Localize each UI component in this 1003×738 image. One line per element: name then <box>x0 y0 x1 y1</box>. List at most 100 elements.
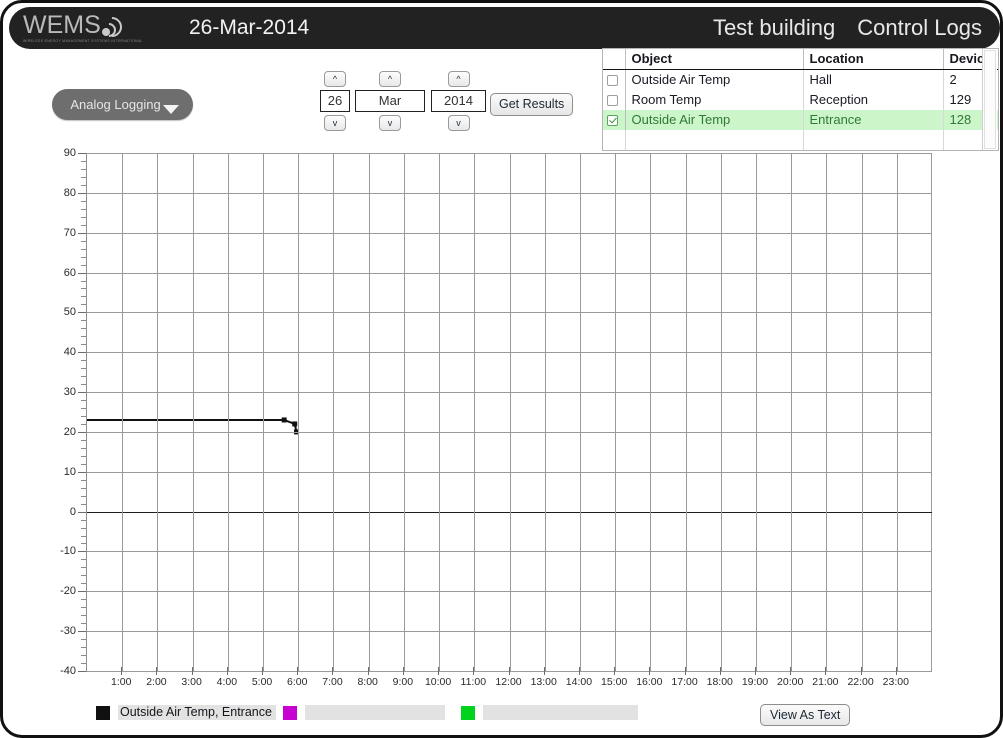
y-tick-mark <box>78 272 86 274</box>
x-tick-label: 17:00 <box>671 676 698 688</box>
x-tick-label: 19:00 <box>741 676 769 688</box>
y-tick-mark-minor <box>81 647 86 649</box>
gridline-vertical <box>685 153 687 671</box>
x-tick-mark <box>614 667 616 675</box>
y-tick-mark-minor <box>81 655 86 657</box>
y-tick-mark <box>78 352 86 354</box>
y-tick-mark-minor <box>81 224 86 226</box>
y-tick-mark <box>78 431 86 433</box>
y-tick-mark <box>78 392 86 394</box>
y-tick-mark-minor <box>81 176 86 178</box>
table-row[interactable]: Outside Air Temp Entrance 128 <box>603 109 998 130</box>
x-tick-label: 21:00 <box>812 676 839 688</box>
y-tick-mark-minor <box>81 336 86 338</box>
y-tick-mark-minor <box>81 168 86 170</box>
month-decrement-button[interactable]: v <box>379 115 401 131</box>
x-tick-label: 3:00 <box>181 676 202 688</box>
legend-item[interactable] <box>283 705 445 720</box>
legend-color-swatch <box>283 705 297 720</box>
column-header-select <box>603 49 626 70</box>
y-tick-mark-minor <box>81 248 86 250</box>
logging-mode-dropdown[interactable]: Analog Logging <box>52 89 193 120</box>
row-checkbox-cell[interactable] <box>603 69 626 90</box>
y-tick-mark-minor <box>81 208 86 210</box>
y-tick-mark <box>78 153 86 154</box>
logo-wordmark: WEMS <box>23 11 101 39</box>
y-tick-mark <box>78 232 86 234</box>
legend-item[interactable]: Outside Air Temp, Entrance <box>96 705 276 720</box>
day-stepper[interactable]: ^ 26 v <box>320 71 350 131</box>
column-header-object: Object <box>625 49 804 70</box>
table-row[interactable]: Room Temp Reception 129 <box>603 89 998 110</box>
x-tick-mark <box>332 667 334 675</box>
table-scrollbar-thumb[interactable] <box>984 50 996 149</box>
y-tick-mark <box>78 631 86 633</box>
app-header: WEMS WIRELESS ENERGY MANAGEMENT SYSTEMS … <box>9 7 1000 49</box>
chart-y-axis: -40 -30 -20 -10 0 10 20 30 40 50 60 70 80 90 <box>43 147 76 677</box>
gridline-vertical <box>861 153 863 671</box>
gridline-vertical <box>227 153 229 671</box>
y-tick-mark-minor <box>81 240 86 242</box>
checkbox-checked-icon[interactable] <box>607 115 618 127</box>
legend-label <box>483 705 638 720</box>
cell-object: Outside Air Temp <box>625 69 804 90</box>
year-stepper[interactable]: ^ 2014 v <box>431 71 486 131</box>
gridline-vertical <box>333 153 335 671</box>
header-context: Test building Control Logs <box>713 7 982 49</box>
y-tick-mark-minor <box>81 575 86 577</box>
x-tick-label: 6:00 <box>287 676 308 688</box>
day-decrement-button[interactable]: v <box>324 115 346 131</box>
legend-item[interactable] <box>461 705 638 720</box>
day-increment-button[interactable]: ^ <box>324 71 346 87</box>
y-tick-mark-minor <box>81 200 86 202</box>
checkbox-icon[interactable] <box>607 95 618 107</box>
gridline-vertical <box>579 153 581 671</box>
plot-right-edge <box>931 153 932 671</box>
y-tick-label: 60 <box>63 266 76 279</box>
y-tick-mark <box>78 312 86 314</box>
x-tick-label: 1:00 <box>110 676 132 688</box>
table-row[interactable]: Outside Air Temp Hall 2 <box>603 69 998 90</box>
x-tick-label: 22:00 <box>847 676 874 688</box>
gridline-vertical <box>439 153 441 671</box>
y-tick-mark <box>78 471 86 473</box>
x-tick-mark <box>790 667 792 675</box>
month-increment-button[interactable]: ^ <box>379 71 401 87</box>
month-input[interactable]: Mar <box>355 90 425 112</box>
month-stepper[interactable]: ^ Mar v <box>355 71 425 131</box>
y-tick-mark-minor <box>81 495 86 497</box>
row-checkbox-cell[interactable] <box>603 109 626 130</box>
building-name: Test building <box>712 15 836 40</box>
y-tick-mark-minor <box>81 376 86 378</box>
y-tick-mark <box>78 551 86 553</box>
x-tick-mark <box>684 667 686 675</box>
gridline-vertical <box>544 153 546 671</box>
year-decrement-button[interactable]: v <box>447 115 470 131</box>
year-increment-button[interactable]: ^ <box>447 71 470 87</box>
y-tick-mark-minor <box>81 256 86 258</box>
y-tick-mark-minor <box>81 519 86 521</box>
day-input[interactable]: 26 <box>320 90 350 112</box>
x-tick-label: 12:00 <box>495 676 522 688</box>
x-tick-label: 10:00 <box>424 676 452 688</box>
y-tick-mark-minor <box>81 216 86 218</box>
year-input[interactable]: 2014 <box>431 90 486 112</box>
y-tick-mark-minor <box>81 320 86 322</box>
y-tick-mark <box>78 192 86 194</box>
x-tick-mark <box>825 667 827 675</box>
x-tick-label: 18:00 <box>706 676 733 688</box>
logo-subtitle: WIRELESS ENERGY MANAGEMENT SYSTEMS INTER… <box>23 38 143 44</box>
y-tick-mark-minor <box>81 543 86 545</box>
y-tick-mark-minor <box>81 160 86 162</box>
get-results-button[interactable]: Get Results <box>490 93 574 116</box>
gridline-horizontal <box>87 671 932 672</box>
x-tick-label: 7:00 <box>322 676 343 688</box>
y-tick-mark-minor <box>81 184 86 186</box>
view-as-text-button[interactable]: View As Text <box>760 704 851 726</box>
checkbox-icon[interactable] <box>607 75 618 87</box>
table-scrollbar[interactable] <box>982 49 997 150</box>
x-tick-mark <box>860 667 862 675</box>
row-checkbox-cell[interactable] <box>603 89 626 110</box>
x-tick-mark <box>262 667 264 675</box>
y-tick-mark <box>78 511 86 513</box>
